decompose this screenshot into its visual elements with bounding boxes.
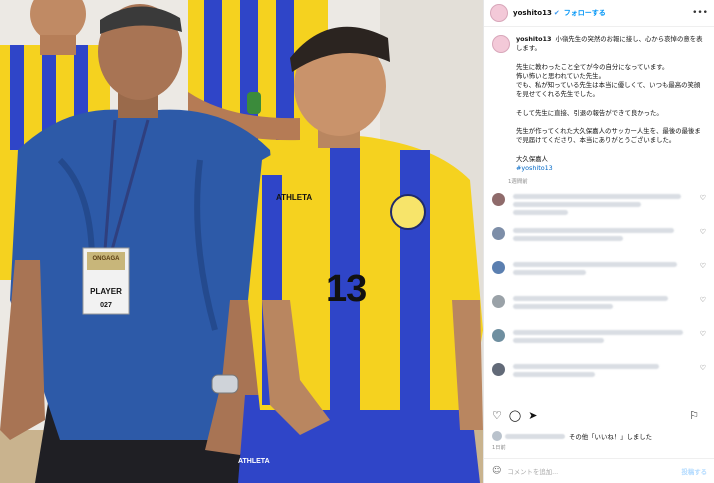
comment-row: ♡: [492, 225, 706, 259]
comment-row: ♡: [492, 191, 706, 225]
post-caption: yoshito13 小嶺先生の突然のお報に接し、心から哀悼の意を表します。 先生…: [484, 27, 714, 173]
shirt-brand: ATHLETA: [276, 193, 313, 202]
blurred-liker-name: [505, 433, 565, 439]
comments-list: ♡ ♡ ♡ ♡ ♡ ♡: [484, 185, 714, 395]
comment-like-icon[interactable]: ♡: [700, 194, 706, 202]
comment-like-icon[interactable]: ♡: [700, 364, 706, 372]
author-avatar[interactable]: [490, 4, 508, 22]
add-comment-bar: ☺ コメントを追加... 投稿する: [484, 458, 714, 483]
comment-row: ♡: [492, 327, 706, 361]
blurred-comment-text: [513, 225, 696, 244]
post-date: 1日前: [492, 445, 506, 451]
comment-like-icon[interactable]: ♡: [700, 228, 706, 236]
commenter-avatar[interactable]: [492, 329, 505, 343]
liker-avatar: [492, 431, 502, 441]
post-comment-button[interactable]: 投稿する: [681, 467, 707, 476]
comment-row: ♡: [492, 361, 706, 395]
more-options-icon[interactable]: •••: [692, 8, 708, 18]
photo-illustration: [0, 0, 483, 483]
post-photo[interactable]: ONGAGA PLAYER 027 ATHLETA 13 ATHLETA: [0, 0, 483, 483]
caption-age: 1週間前: [508, 179, 528, 186]
comment-like-icon[interactable]: ♡: [700, 330, 706, 338]
commenter-avatar[interactable]: [492, 363, 505, 377]
share-icon[interactable]: ➤: [528, 409, 537, 422]
comment-row: ♡: [492, 259, 706, 293]
caption-avatar[interactable]: [492, 35, 510, 53]
badge-role: PLAYER: [90, 287, 122, 296]
bookmark-icon[interactable]: ⚐: [689, 409, 699, 422]
shorts-brand: ATHLETA: [238, 458, 270, 465]
shirt-number: 13: [326, 268, 367, 310]
blurred-comment-text: [513, 259, 696, 278]
comment-icon[interactable]: ◯: [509, 409, 521, 422]
blurred-comment-text: [513, 327, 696, 346]
caption-username[interactable]: yoshito13: [516, 35, 551, 43]
comment-like-icon[interactable]: ♡: [700, 296, 706, 304]
caption-text: yoshito13 小嶺先生の突然のお報に接し、心から哀悼の意を表します。 先生…: [516, 35, 706, 173]
commenter-avatar[interactable]: [492, 193, 505, 207]
post-actions: ♡ ◯ ➤ ⚐: [492, 409, 706, 422]
badge-title: ONGAGA: [92, 256, 120, 262]
hashtag-link[interactable]: #yoshito13: [516, 164, 553, 172]
likes-text: その他「いいね！」しました: [569, 432, 653, 441]
commenter-avatar[interactable]: [492, 295, 505, 309]
verified-icon: ✔: [553, 9, 560, 17]
commenter-avatar[interactable]: [492, 261, 505, 275]
comment-input[interactable]: コメントを追加...: [507, 467, 681, 476]
comment-like-icon[interactable]: ♡: [700, 262, 706, 270]
post-side-panel: yoshito13 ✔ フォローする ••• yoshito13 小嶺先生の突然…: [483, 0, 714, 483]
follow-button[interactable]: フォローする: [564, 8, 606, 18]
post-header: yoshito13 ✔ フォローする •••: [484, 0, 714, 27]
caption-body: 小嶺先生の突然のお報に接し、心から哀悼の意を表します。 先生に教わったこと全てが…: [516, 35, 703, 163]
like-icon[interactable]: ♡: [492, 409, 502, 422]
comment-row: ♡: [492, 293, 706, 327]
likes-summary[interactable]: その他「いいね！」しました: [492, 431, 652, 441]
blurred-comment-text: [513, 293, 696, 312]
blurred-comment-text: [513, 191, 696, 218]
emoji-icon[interactable]: ☺: [492, 466, 501, 476]
instagram-post-view: ONGAGA PLAYER 027 ATHLETA 13 ATHLETA yos…: [0, 0, 714, 483]
blurred-comment-text: [513, 361, 696, 380]
badge-number: 027: [100, 302, 112, 309]
author-username[interactable]: yoshito13: [513, 9, 552, 17]
commenter-avatar[interactable]: [492, 227, 505, 241]
